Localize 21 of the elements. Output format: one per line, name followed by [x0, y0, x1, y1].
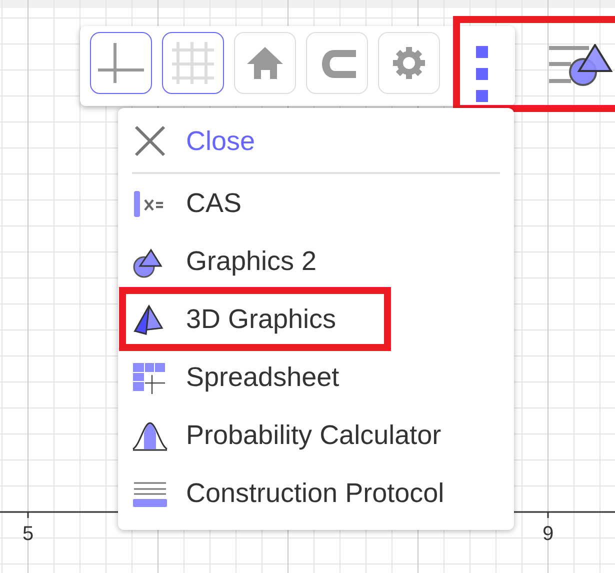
- menu-item[interactable]: CAS: [132, 174, 500, 232]
- grid-button[interactable]: [162, 32, 224, 94]
- menu-item[interactable]: 3D Graphics: [122, 290, 388, 348]
- home-icon: [247, 47, 283, 79]
- close-menu-item[interactable]: Close: [132, 110, 500, 172]
- axis-label: 5: [22, 523, 34, 545]
- grid-icon: [172, 42, 214, 84]
- close-icon: [132, 123, 168, 159]
- menu-item[interactable]: Spreadsheet: [132, 348, 500, 406]
- more-icon[interactable]: [476, 46, 488, 102]
- gear-button[interactable]: [378, 32, 440, 94]
- menu-item[interactable]: Graphics 2: [132, 232, 500, 290]
- axes-icon: [98, 43, 144, 83]
- home-button[interactable]: [234, 32, 296, 94]
- gear-icon: [393, 47, 425, 79]
- axes-button[interactable]: [90, 32, 152, 94]
- menu-item[interactable]: Probability Calculator: [132, 406, 500, 464]
- magnet-button[interactable]: [306, 32, 368, 94]
- axis-label: 9: [542, 523, 554, 545]
- menu-item[interactable]: Construction Protocol: [132, 464, 500, 522]
- magnet-icon: [322, 50, 356, 78]
